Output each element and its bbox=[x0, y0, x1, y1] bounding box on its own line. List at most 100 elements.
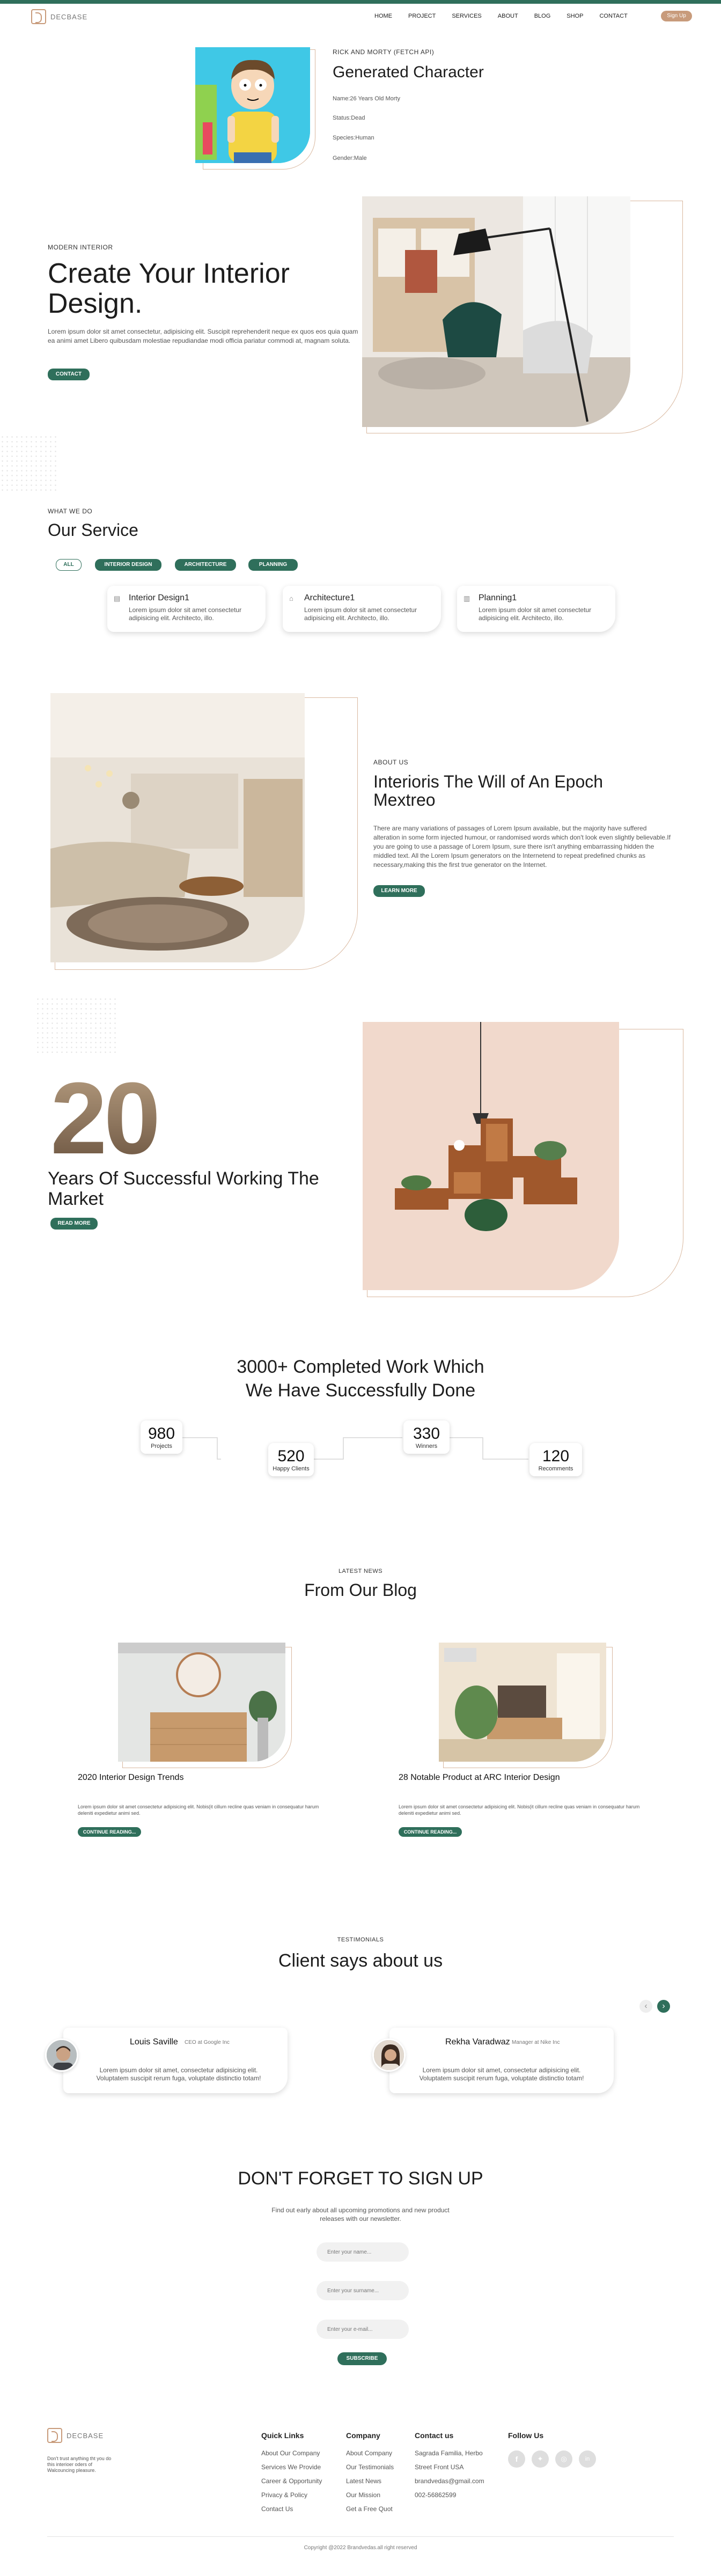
years-number: 20 bbox=[50, 1062, 160, 1175]
character-title: Generated Character bbox=[333, 63, 484, 81]
service-card[interactable]: ▥ Planning1 Lorem ipsum dolor sit amet c… bbox=[457, 586, 615, 632]
continue-reading-button[interactable]: CONTINUE READING... bbox=[78, 1827, 141, 1837]
service-card-title: Architecture1 bbox=[304, 593, 355, 602]
lounge-illustration bbox=[439, 1643, 606, 1762]
avatar bbox=[372, 2038, 406, 2072]
logo-icon bbox=[47, 2428, 62, 2443]
linkedin-icon[interactable]: in bbox=[579, 2450, 596, 2468]
testimonials-kicker: TESTIMONIALS bbox=[337, 1937, 384, 1943]
contact-title: Contact us bbox=[415, 2431, 454, 2440]
footer-tagline: Don't trust anything tht you do this int… bbox=[47, 2456, 112, 2473]
footer-divider bbox=[47, 2536, 674, 2537]
character-kicker: RICK AND MORTY (FETCH API) bbox=[333, 48, 435, 56]
facebook-icon[interactable]: f bbox=[508, 2450, 525, 2468]
filter-planning[interactable]: PLANNING bbox=[248, 559, 298, 571]
contact-address-line2: Street Front USA bbox=[415, 2463, 464, 2471]
footer-link[interactable]: Our Testimonials bbox=[346, 2460, 394, 2474]
stat-label: Happy Clients bbox=[273, 1466, 310, 1472]
contact-list: Sagrada Familia, Herbo Street Front USA … bbox=[415, 2446, 484, 2502]
instagram-icon[interactable]: ◎ bbox=[555, 2450, 572, 2468]
learn-more-button[interactable]: LEARN MORE bbox=[373, 885, 425, 897]
completed-title: 3000+ Completed Work Which We Have Succe… bbox=[0, 1355, 721, 1402]
about-kicker: ABOUT US bbox=[373, 759, 409, 766]
nav-contact[interactable]: CONTACT bbox=[599, 10, 627, 22]
surname-input[interactable] bbox=[317, 2281, 409, 2300]
newsletter-text: Find out early about all upcoming promot… bbox=[271, 2206, 450, 2222]
service-card-text: Lorem ipsum dolor sit amet consectetur a… bbox=[304, 606, 417, 622]
footer-link[interactable]: Our Mission bbox=[346, 2488, 394, 2502]
email-input[interactable] bbox=[317, 2320, 409, 2339]
morty-illustration bbox=[195, 47, 310, 163]
character-name: Name:26 Years Old Morty bbox=[333, 95, 400, 102]
footer-link[interactable]: Services We Provide bbox=[261, 2460, 322, 2474]
about-image bbox=[50, 693, 305, 962]
carousel-next-button[interactable]: › bbox=[657, 2000, 670, 2013]
company-list: About Company Our Testimonials Latest Ne… bbox=[346, 2446, 394, 2516]
completed-title-line2: We Have Successfully Done bbox=[245, 1380, 476, 1401]
blog-title: From Our Blog bbox=[304, 1580, 417, 1600]
living-room-illustration bbox=[50, 693, 305, 962]
service-card[interactable]: ▤ Interior Design1 Lorem ipsum dolor sit… bbox=[107, 586, 266, 632]
stat-value: 980 bbox=[148, 1425, 175, 1442]
brand-name: DECBASE bbox=[50, 12, 88, 21]
signup-button[interactable]: Sign Up bbox=[661, 11, 692, 21]
testimonial-text: Lorem ipsum dolor sit amet, consectetur … bbox=[96, 2066, 261, 2082]
hero-text: Lorem ipsum dolor sit amet consectetur, … bbox=[48, 328, 358, 344]
stats-connector-lines bbox=[182, 1437, 528, 1460]
testimonial-name: Rekha Varadwaz bbox=[445, 2037, 510, 2047]
nav-about[interactable]: ABOUT bbox=[498, 10, 518, 22]
blog-post-text: Lorem ipsum dolor sit amet consectetur a… bbox=[78, 1804, 319, 1816]
company-title: Company bbox=[346, 2431, 380, 2440]
footer-link[interactable]: About Our Company bbox=[261, 2446, 322, 2460]
footer-brand[interactable]: DECBASE bbox=[47, 2428, 104, 2443]
stat-value: 120 bbox=[542, 1447, 570, 1465]
nav-blog[interactable]: BLOG bbox=[534, 10, 551, 22]
footer-link[interactable]: Career & Opportunity bbox=[261, 2474, 322, 2488]
blog-kicker: LATEST NEWS bbox=[338, 1568, 383, 1574]
nav-home[interactable]: HOME bbox=[374, 10, 392, 22]
service-card-title: Interior Design1 bbox=[129, 593, 189, 602]
testimonial-role: Manager at Nike Inc bbox=[512, 2040, 560, 2045]
carousel-prev-button[interactable]: ‹ bbox=[639, 2000, 652, 2013]
nav-project[interactable]: PROJECT bbox=[408, 10, 436, 22]
character-status: Status:Dead bbox=[333, 115, 365, 121]
footer-link[interactable]: Latest News bbox=[346, 2474, 394, 2488]
name-input[interactable] bbox=[317, 2242, 409, 2262]
hero-kicker: MODERN INTERIOR bbox=[48, 244, 113, 251]
about-text: There are many variations of passages of… bbox=[373, 825, 671, 869]
logo-icon bbox=[31, 9, 46, 24]
contact-button[interactable]: CONTACT bbox=[48, 369, 90, 380]
architecture-icon: ⌂ bbox=[289, 594, 293, 602]
footer-link[interactable]: About Company bbox=[346, 2446, 394, 2460]
nav-shop[interactable]: SHOP bbox=[566, 10, 583, 22]
character-gender: Gender:Male bbox=[333, 155, 367, 161]
stat-card: 520 Happy Clients bbox=[268, 1443, 314, 1476]
continue-reading-button[interactable]: CONTINUE READING... bbox=[399, 1827, 462, 1837]
filter-interior-design[interactable]: INTERIOR DESIGN bbox=[95, 559, 161, 571]
twitter-icon[interactable]: ✦ bbox=[532, 2450, 549, 2468]
dot-pattern bbox=[35, 997, 118, 1056]
footer-link[interactable]: Get a Free Quot bbox=[346, 2502, 394, 2516]
footer-link[interactable]: Privacy & Policy bbox=[261, 2488, 322, 2502]
nav-services[interactable]: SERVICES bbox=[452, 10, 481, 22]
filter-architecture[interactable]: ARCHITECTURE bbox=[175, 559, 236, 571]
testimonial-role: CEO at Google Inc bbox=[185, 2040, 230, 2045]
contact-email[interactable]: brandvedas@gmail.com bbox=[415, 2474, 484, 2488]
dot-pattern bbox=[0, 435, 59, 494]
avatar bbox=[45, 2038, 78, 2072]
read-more-button[interactable]: READ MORE bbox=[50, 1218, 98, 1230]
brand-logo[interactable]: DECBASE bbox=[31, 9, 87, 24]
planning-icon: ▥ bbox=[464, 594, 470, 602]
footer-link[interactable]: Contact Us bbox=[261, 2502, 322, 2516]
blog-post-title[interactable]: 2020 Interior Design Trends bbox=[78, 1773, 183, 1783]
nav-menu: HOME PROJECT SERVICES ABOUT BLOG SHOP CO… bbox=[374, 10, 644, 22]
filter-all[interactable]: ALL bbox=[56, 559, 82, 571]
stat-label: Winners bbox=[415, 1443, 438, 1449]
bathroom-illustration bbox=[118, 1643, 285, 1762]
quick-links-title: Quick Links bbox=[261, 2431, 304, 2440]
contact-phone[interactable]: 002-56862599 bbox=[415, 2488, 484, 2502]
blog-post-title[interactable]: 28 Notable Product at ARC Interior Desig… bbox=[399, 1773, 560, 1783]
subscribe-button[interactable]: SUBSCRIBE bbox=[337, 2352, 387, 2365]
service-card[interactable]: ⌂ Architecture1 Lorem ipsum dolor sit am… bbox=[283, 586, 441, 632]
character-species: Species:Human bbox=[333, 135, 374, 141]
